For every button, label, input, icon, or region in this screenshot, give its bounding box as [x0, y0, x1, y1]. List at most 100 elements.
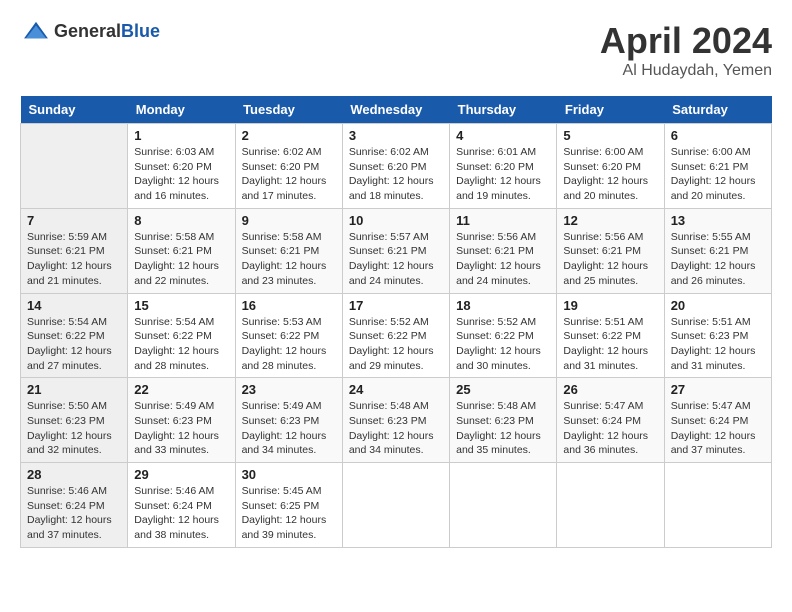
page-header: GeneralBlue April 2024 Al Hudaydah, Yeme…	[20, 20, 772, 80]
day-number: 11	[456, 213, 550, 228]
calendar-cell: 30Sunrise: 5:45 AM Sunset: 6:25 PM Dayli…	[235, 463, 342, 548]
calendar-cell: 3 Sunrise: 6:02 AM Sunset: 6:20 PM Daylig…	[342, 124, 449, 209]
calendar-cell: 29 Sunrise: 5:46 AM Sunset: 6:24 PM Dayli…	[128, 463, 235, 548]
calendar-cell: 28 Sunrise: 5:46 AM Sunset: 6:24 PM Dayli…	[21, 463, 128, 548]
calendar-cell: 19 Sunrise: 5:51 AM Sunset: 6:22 PM Dayli…	[557, 293, 664, 378]
day-info: Sunrise: 5:57 AM Sunset: 6:21 PM Dayligh…	[349, 230, 443, 289]
day-number: 29	[134, 467, 228, 482]
day-info: Sunrise: 5:49 AM Sunset: 6:23 PM Dayligh…	[242, 399, 336, 458]
calendar-cell: 22Sunrise: 5:49 AM Sunset: 6:23 PM Dayli…	[128, 378, 235, 463]
calendar-cell: 2 Sunrise: 6:02 AM Sunset: 6:20 PM Daylig…	[235, 124, 342, 209]
logo-icon	[22, 20, 50, 42]
calendar-cell: 20 Sunrise: 5:51 AM Sunset: 6:23 PM Dayli…	[664, 293, 771, 378]
calendar-cell: 26Sunrise: 5:47 AM Sunset: 6:24 PM Dayli…	[557, 378, 664, 463]
day-info: Sunrise: 5:53 AM Sunset: 6:22 PM Dayligh…	[242, 315, 336, 374]
day-number: 25	[456, 382, 550, 397]
calendar-cell: 24 Sunrise: 5:48 AM Sunset: 6:23 PM Dayli…	[342, 378, 449, 463]
day-info: Sunrise: 5:52 AM Sunset: 6:22 PM Dayligh…	[456, 315, 550, 374]
day-number: 30	[242, 467, 336, 482]
calendar-cell: 16 Sunrise: 5:53 AM Sunset: 6:22 PM Dayli…	[235, 293, 342, 378]
day-number: 10	[349, 213, 443, 228]
day-info: Sunrise: 5:50 AM Sunset: 6:23 PM Dayligh…	[27, 399, 121, 458]
calendar-cell: 5 Sunrise: 6:00 AM Sunset: 6:20 PM Daylig…	[557, 124, 664, 209]
calendar-cell: 12 Sunrise: 5:56 AM Sunset: 6:21 PM Dayli…	[557, 208, 664, 293]
day-info: Sunrise: 5:48 AM Sunset: 6:23 PM Dayligh…	[456, 399, 550, 458]
day-number: 12	[563, 213, 657, 228]
calendar-cell: 14 Sunrise: 5:54 AM Sunset: 6:22 PM Dayli…	[21, 293, 128, 378]
day-number: 5	[563, 128, 657, 143]
day-number: 20	[671, 298, 765, 313]
day-number: 27	[671, 382, 765, 397]
calendar-cell: 15 Sunrise: 5:54 AM Sunset: 6:22 PM Dayli…	[128, 293, 235, 378]
day-info: Sunrise: 6:00 AM Sunset: 6:21 PM Dayligh…	[671, 145, 765, 204]
calendar-week-row: 21 Sunrise: 5:50 AM Sunset: 6:23 PM Dayli…	[21, 378, 772, 463]
day-info: Sunrise: 5:49 AM Sunset: 6:23 PM Dayligh…	[134, 399, 228, 458]
calendar-cell: 1Sunrise: 6:03 AM Sunset: 6:20 PM Daylig…	[128, 124, 235, 209]
day-info: Sunrise: 5:48 AM Sunset: 6:23 PM Dayligh…	[349, 399, 443, 458]
calendar-cell: 8Sunrise: 5:58 AM Sunset: 6:21 PM Daylig…	[128, 208, 235, 293]
calendar-cell: 4Sunrise: 6:01 AM Sunset: 6:20 PM Daylig…	[450, 124, 557, 209]
day-number: 6	[671, 128, 765, 143]
day-number: 19	[563, 298, 657, 313]
logo-text: GeneralBlue	[54, 21, 160, 42]
day-number: 18	[456, 298, 550, 313]
month-title: April 2024	[600, 20, 772, 62]
day-number: 24	[349, 382, 443, 397]
calendar-cell: 6 Sunrise: 6:00 AM Sunset: 6:21 PM Daylig…	[664, 124, 771, 209]
column-header-wednesday: Wednesday	[342, 96, 449, 124]
day-info: Sunrise: 6:02 AM Sunset: 6:20 PM Dayligh…	[242, 145, 336, 204]
day-number: 15	[134, 298, 228, 313]
column-header-friday: Friday	[557, 96, 664, 124]
day-info: Sunrise: 6:03 AM Sunset: 6:20 PM Dayligh…	[134, 145, 228, 204]
day-number: 14	[27, 298, 121, 313]
day-info: Sunrise: 5:54 AM Sunset: 6:22 PM Dayligh…	[27, 315, 121, 374]
location-title: Al Hudaydah, Yemen	[600, 62, 772, 80]
day-number: 2	[242, 128, 336, 143]
day-number: 17	[349, 298, 443, 313]
day-info: Sunrise: 5:47 AM Sunset: 6:24 PM Dayligh…	[671, 399, 765, 458]
day-info: Sunrise: 5:54 AM Sunset: 6:22 PM Dayligh…	[134, 315, 228, 374]
calendar-cell: 18 Sunrise: 5:52 AM Sunset: 6:22 PM Dayli…	[450, 293, 557, 378]
calendar-cell: 7 Sunrise: 5:59 AM Sunset: 6:21 PM Daylig…	[21, 208, 128, 293]
calendar-cell: 11 Sunrise: 5:56 AM Sunset: 6:21 PM Dayli…	[450, 208, 557, 293]
logo-blue: Blue	[121, 21, 160, 41]
calendar-week-row: 7 Sunrise: 5:59 AM Sunset: 6:21 PM Daylig…	[21, 208, 772, 293]
day-info: Sunrise: 6:02 AM Sunset: 6:20 PM Dayligh…	[349, 145, 443, 204]
day-info: Sunrise: 5:58 AM Sunset: 6:21 PM Dayligh…	[134, 230, 228, 289]
day-number: 28	[27, 467, 121, 482]
calendar-header-row: SundayMondayTuesdayWednesdayThursdayFrid…	[21, 96, 772, 124]
day-info: Sunrise: 5:55 AM Sunset: 6:21 PM Dayligh…	[671, 230, 765, 289]
column-header-tuesday: Tuesday	[235, 96, 342, 124]
day-info: Sunrise: 5:51 AM Sunset: 6:22 PM Dayligh…	[563, 315, 657, 374]
calendar-cell: 13Sunrise: 5:55 AM Sunset: 6:21 PM Dayli…	[664, 208, 771, 293]
title-area: April 2024 Al Hudaydah, Yemen	[600, 20, 772, 80]
day-info: Sunrise: 5:59 AM Sunset: 6:21 PM Dayligh…	[27, 230, 121, 289]
day-number: 21	[27, 382, 121, 397]
calendar-week-row: 1Sunrise: 6:03 AM Sunset: 6:20 PM Daylig…	[21, 124, 772, 209]
calendar-cell	[342, 463, 449, 548]
calendar-cell: 23 Sunrise: 5:49 AM Sunset: 6:23 PM Dayli…	[235, 378, 342, 463]
day-number: 23	[242, 382, 336, 397]
day-info: Sunrise: 5:56 AM Sunset: 6:21 PM Dayligh…	[456, 230, 550, 289]
day-info: Sunrise: 5:46 AM Sunset: 6:24 PM Dayligh…	[27, 484, 121, 543]
logo: GeneralBlue	[20, 20, 160, 42]
calendar-cell	[21, 124, 128, 209]
calendar-cell: 9Sunrise: 5:58 AM Sunset: 6:21 PM Daylig…	[235, 208, 342, 293]
day-number: 26	[563, 382, 657, 397]
day-info: Sunrise: 5:56 AM Sunset: 6:21 PM Dayligh…	[563, 230, 657, 289]
day-number: 7	[27, 213, 121, 228]
calendar-week-row: 14 Sunrise: 5:54 AM Sunset: 6:22 PM Dayli…	[21, 293, 772, 378]
column-header-thursday: Thursday	[450, 96, 557, 124]
calendar-cell: 17Sunrise: 5:52 AM Sunset: 6:22 PM Dayli…	[342, 293, 449, 378]
day-number: 9	[242, 213, 336, 228]
day-number: 3	[349, 128, 443, 143]
logo-general: General	[54, 21, 121, 41]
day-info: Sunrise: 5:46 AM Sunset: 6:24 PM Dayligh…	[134, 484, 228, 543]
calendar-cell	[557, 463, 664, 548]
day-info: Sunrise: 5:51 AM Sunset: 6:23 PM Dayligh…	[671, 315, 765, 374]
calendar-cell: 21 Sunrise: 5:50 AM Sunset: 6:23 PM Dayli…	[21, 378, 128, 463]
calendar-cell	[664, 463, 771, 548]
day-number: 16	[242, 298, 336, 313]
column-header-saturday: Saturday	[664, 96, 771, 124]
day-info: Sunrise: 6:00 AM Sunset: 6:20 PM Dayligh…	[563, 145, 657, 204]
